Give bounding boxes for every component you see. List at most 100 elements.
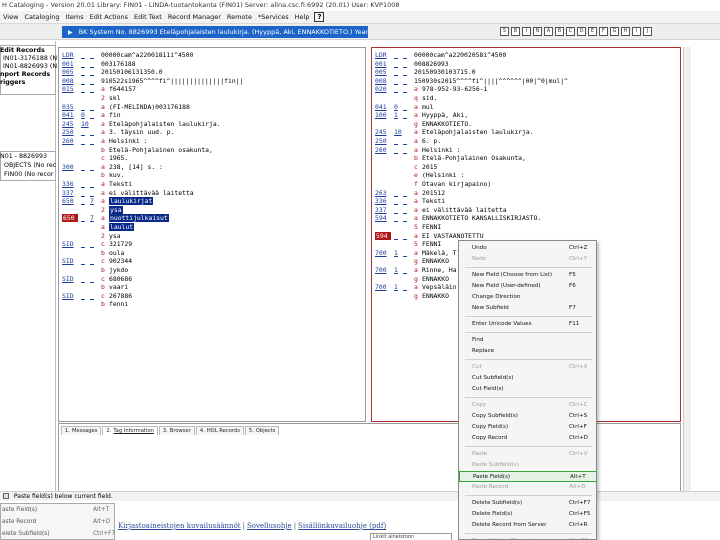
indicator-2[interactable]: _	[403, 283, 411, 291]
indicator-2[interactable]: _	[90, 189, 98, 197]
field-value[interactable]: 3. täysin uud. p.	[109, 128, 174, 136]
marc-field-row[interactable]: 2 ysa	[59, 205, 365, 214]
field-value[interactable]: sid.	[422, 94, 437, 102]
field-value[interactable]: 1965.	[109, 154, 128, 162]
field-value[interactable]: ysa	[109, 232, 121, 240]
field-value[interactable]: 201512	[422, 189, 445, 197]
field-tag[interactable]: 001	[62, 60, 78, 68]
field-tag[interactable]: 008	[62, 77, 78, 85]
left-record-editor[interactable]: LDR _ _ 00000cam^a22001811i^4500 001 _ _ 003176…	[58, 47, 366, 422]
field-tag[interactable]: 260	[375, 146, 391, 154]
tab-tag-information[interactable]: 2. Tag Information	[102, 426, 158, 435]
marc-field-row[interactable]: 250 _ _ a 3. täysin uud. p.	[59, 128, 365, 136]
field-tag[interactable]: 100	[375, 111, 391, 119]
indicator-1[interactable]: _	[81, 85, 89, 93]
field-tag[interactable]: 020	[375, 85, 391, 93]
indicator-2[interactable]: _	[90, 51, 98, 59]
indicator-2[interactable]: _	[90, 292, 98, 300]
marc-field-row[interactable]: SID _ _ c 321729	[59, 240, 365, 248]
indicator-1[interactable]: _	[81, 163, 89, 171]
indicator-1[interactable]: _	[81, 214, 89, 222]
field-value[interactable]: ENNAKKO	[422, 275, 449, 283]
field-tag[interactable]: 650	[62, 197, 78, 205]
field-tag[interactable]: 594	[375, 231, 391, 240]
field-value[interactable]: mul	[422, 103, 434, 111]
marc-field-row[interactable]: 650 _ 7 a nuottijulkaisut	[59, 214, 365, 223]
indicator-1[interactable]: _	[394, 68, 402, 76]
marc-field-row[interactable]: b fenni	[59, 300, 365, 308]
marc-field-row[interactable]: 336 _ _ a Teksti	[59, 180, 365, 188]
record-title-bar[interactable]: ▶ BK System No. 8826993 Eteläpohjalaiste…	[62, 26, 368, 38]
field-tag[interactable]: 650	[62, 214, 78, 223]
marc-field-row[interactable]: 005 _ _ 20150106131350.0	[59, 68, 365, 76]
subfield-code[interactable]: a	[101, 197, 108, 205]
field-value[interactable]: 321729	[109, 240, 132, 248]
field-tag[interactable]: 001	[375, 60, 391, 68]
indicator-2[interactable]: _	[90, 137, 98, 145]
subfield-code[interactable]: a	[414, 214, 421, 222]
context-menu-item-change-direction[interactable]: Change Direction	[459, 292, 596, 303]
subfield-code[interactable]: a	[414, 189, 421, 197]
menu-item[interactable]: *Services	[255, 11, 292, 23]
field-value[interactable]: 20150930103715.0	[414, 68, 476, 76]
field-tag[interactable]: 700	[375, 266, 391, 274]
toolbar-button-icon[interactable]: A	[544, 27, 553, 36]
tree-item[interactable]: FIN00 (No recor	[4, 171, 60, 179]
context-menu-item-cut-field-s[interactable]: Cut Field(s)	[459, 384, 596, 395]
field-tag[interactable]: 700	[375, 283, 391, 291]
subfield-code[interactable]: b	[101, 300, 108, 308]
marc-field-row[interactable]: b oula	[59, 249, 365, 257]
context-menu-item-cut-subfield-s[interactable]: Cut Subfield(s)	[459, 373, 596, 384]
subfield-code[interactable]: c	[101, 240, 108, 248]
field-value[interactable]: fenni	[109, 300, 128, 308]
field-value[interactable]: Etelä-Pohjalainen Osakunta,	[422, 154, 526, 162]
marc-field-row[interactable]: 336 _ _ a Teksti	[372, 197, 680, 205]
subfield-code[interactable]: b	[101, 266, 108, 274]
indicator-2[interactable]: _	[403, 206, 411, 214]
indicator-1[interactable]: _	[81, 257, 89, 265]
indicator-2[interactable]: _	[403, 85, 411, 93]
marc-field-row[interactable]: SID _ _ c 680686	[59, 275, 365, 283]
marc-field-row[interactable]: 245 10 a Eteläpohjalaisten laulukirja.	[372, 128, 680, 136]
field-tag[interactable]: 250	[375, 137, 391, 145]
subfield-code[interactable]: a	[414, 128, 421, 136]
field-value[interactable]: 680686	[109, 275, 132, 283]
field-value[interactable]: 902344	[109, 257, 132, 265]
tree-item[interactable]: OBJECTS (No rec	[4, 162, 60, 170]
context-menu-item-new-field-choose-from-list[interactable]: New Field (Choose from List) F5	[459, 270, 596, 281]
subfield-code[interactable]: b	[101, 283, 108, 291]
indicator-1[interactable]: _	[81, 68, 89, 76]
tab-objects[interactable]: 5. Objects	[244, 426, 280, 435]
indicator-1[interactable]: 1	[394, 111, 402, 119]
subfield-code[interactable]: q	[414, 94, 421, 102]
field-tag[interactable]: 008	[375, 77, 391, 85]
tree-item[interactable]: Edit Records	[0, 47, 56, 55]
subfield-code[interactable]: a	[414, 137, 421, 145]
indicator-1[interactable]: _	[81, 137, 89, 145]
indicator-1[interactable]: _	[394, 197, 402, 205]
indicator-2[interactable]: _	[403, 232, 411, 240]
web-link[interactable]: Sovellusohje	[247, 522, 292, 530]
context-menu-item-delete-record-from-server[interactable]: Delete Record from Server Ctrl+R	[459, 520, 596, 531]
marc-field-row[interactable]: LDR _ _ 00000cam^a22002058i^4500	[372, 51, 680, 59]
subfield-code[interactable]: a	[101, 163, 108, 171]
indicator-1[interactable]: 10	[81, 120, 89, 128]
context-menu-item-delete-field-s[interactable]: Delete Field(s) Ctrl+F5	[459, 509, 596, 520]
marc-field-row[interactable]: 100 1 _ a Hyyppä, Aki,	[372, 111, 680, 119]
field-tag[interactable]: 250	[62, 128, 78, 136]
subfield-code[interactable]: c	[101, 275, 108, 283]
marc-field-row[interactable]: f Otavan kirjapaino)	[372, 180, 680, 188]
marc-field-row[interactable]: 245 10 a Eteläpohjalaisten laulukirja.	[59, 120, 365, 128]
tab-hol-records[interactable]: 4. HOL Records	[195, 426, 244, 435]
field-tag[interactable]: LDR	[62, 51, 78, 59]
subfield-code[interactable]: a	[414, 206, 421, 214]
menu-item[interactable]: Help	[292, 11, 313, 23]
field-tag[interactable]: 005	[375, 68, 391, 76]
marc-field-row[interactable]: 041 0 _ a mul	[372, 103, 680, 111]
field-value[interactable]: 910522s1965^^^^fi^||||||||||||||fin||	[101, 77, 243, 85]
menu-item[interactable]: Cataloging	[21, 11, 62, 23]
marc-field-row[interactable]: b Etelä-Pohjalainen Osakunta,	[372, 154, 680, 162]
indicator-2[interactable]: _	[90, 180, 98, 188]
marc-field-row[interactable]: 263 _ _ a 201512	[372, 189, 680, 197]
subfield-code[interactable]: 5	[414, 240, 421, 248]
